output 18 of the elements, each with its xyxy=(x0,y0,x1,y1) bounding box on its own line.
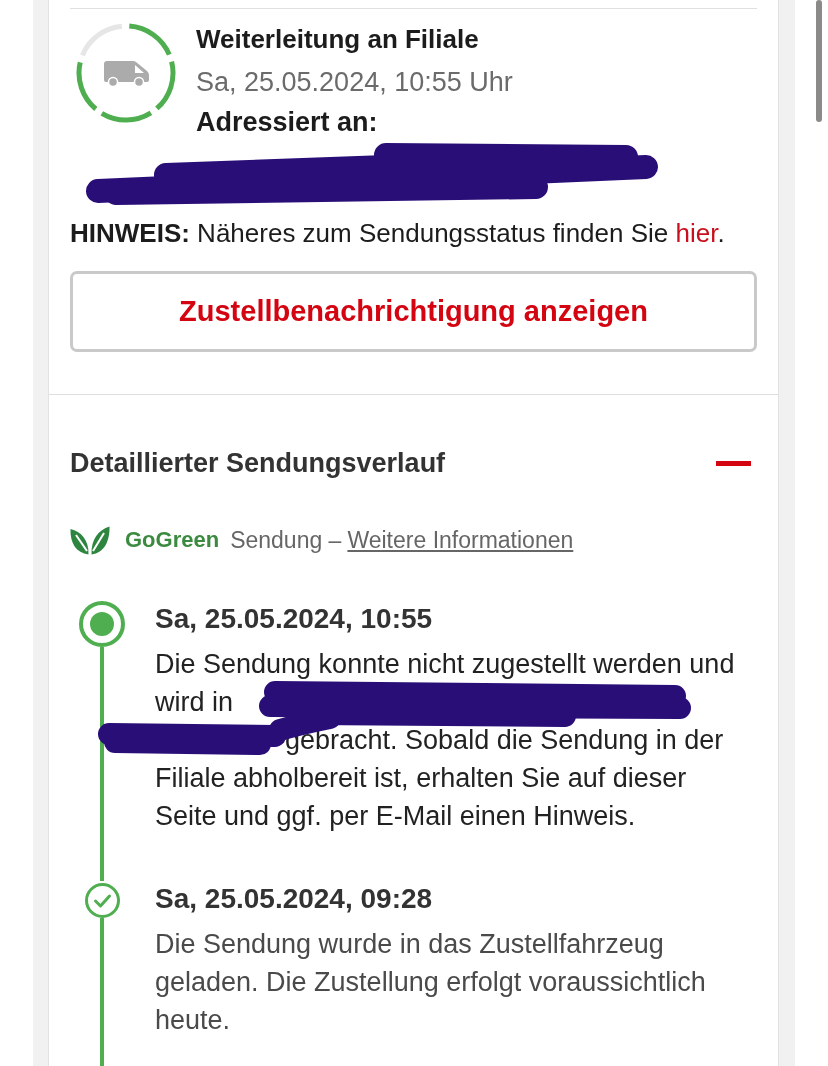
event-time: Sa, 25.05.2024, 09:28 xyxy=(155,882,434,916)
leaf-icon xyxy=(70,525,110,555)
event-description: Die Sendung konnte nicht zugestellt werden und wird in gebracht. Sobald die Sendung in der Filiale abholbereit ist, erhalten Sie auf dieser Seite und ggf. per E-Mail einen Hinweis. xyxy=(155,648,736,833)
gogreen-label: GoGreen xyxy=(125,527,220,553)
shipment-type-text: Sendung – xyxy=(230,526,342,554)
event-description: Die Sendung wurde in das Zustellfahrzeug geladen. Die Zustellung erfolgt voraussichtlich heute. xyxy=(155,928,707,1037)
event-time: Sa, 25.05.2024, 10:55 xyxy=(155,602,434,636)
notification-button[interactable]: Zustellbenachrichtigung anzeigen xyxy=(70,271,757,352)
link[interactable]: hier xyxy=(675,218,718,248)
section-title: Detaillierter Sendungsverlauf xyxy=(70,447,446,480)
scrollbar-thumb[interactable] xyxy=(816,0,822,122)
van-icon xyxy=(102,60,150,87)
minus-icon xyxy=(716,461,751,466)
status-date: Sa, 25.05.2024, 10:55 Uhr xyxy=(196,66,513,99)
address-label: Adressiert an: xyxy=(196,106,379,139)
more-info-link[interactable]: Weitere Informationen xyxy=(347,526,574,554)
status-title: Weiterleitung an Filiale xyxy=(196,23,480,56)
notice-text: HINWEIS: Näheres zum Sendungsstatus finden Sie hier. xyxy=(70,217,726,250)
